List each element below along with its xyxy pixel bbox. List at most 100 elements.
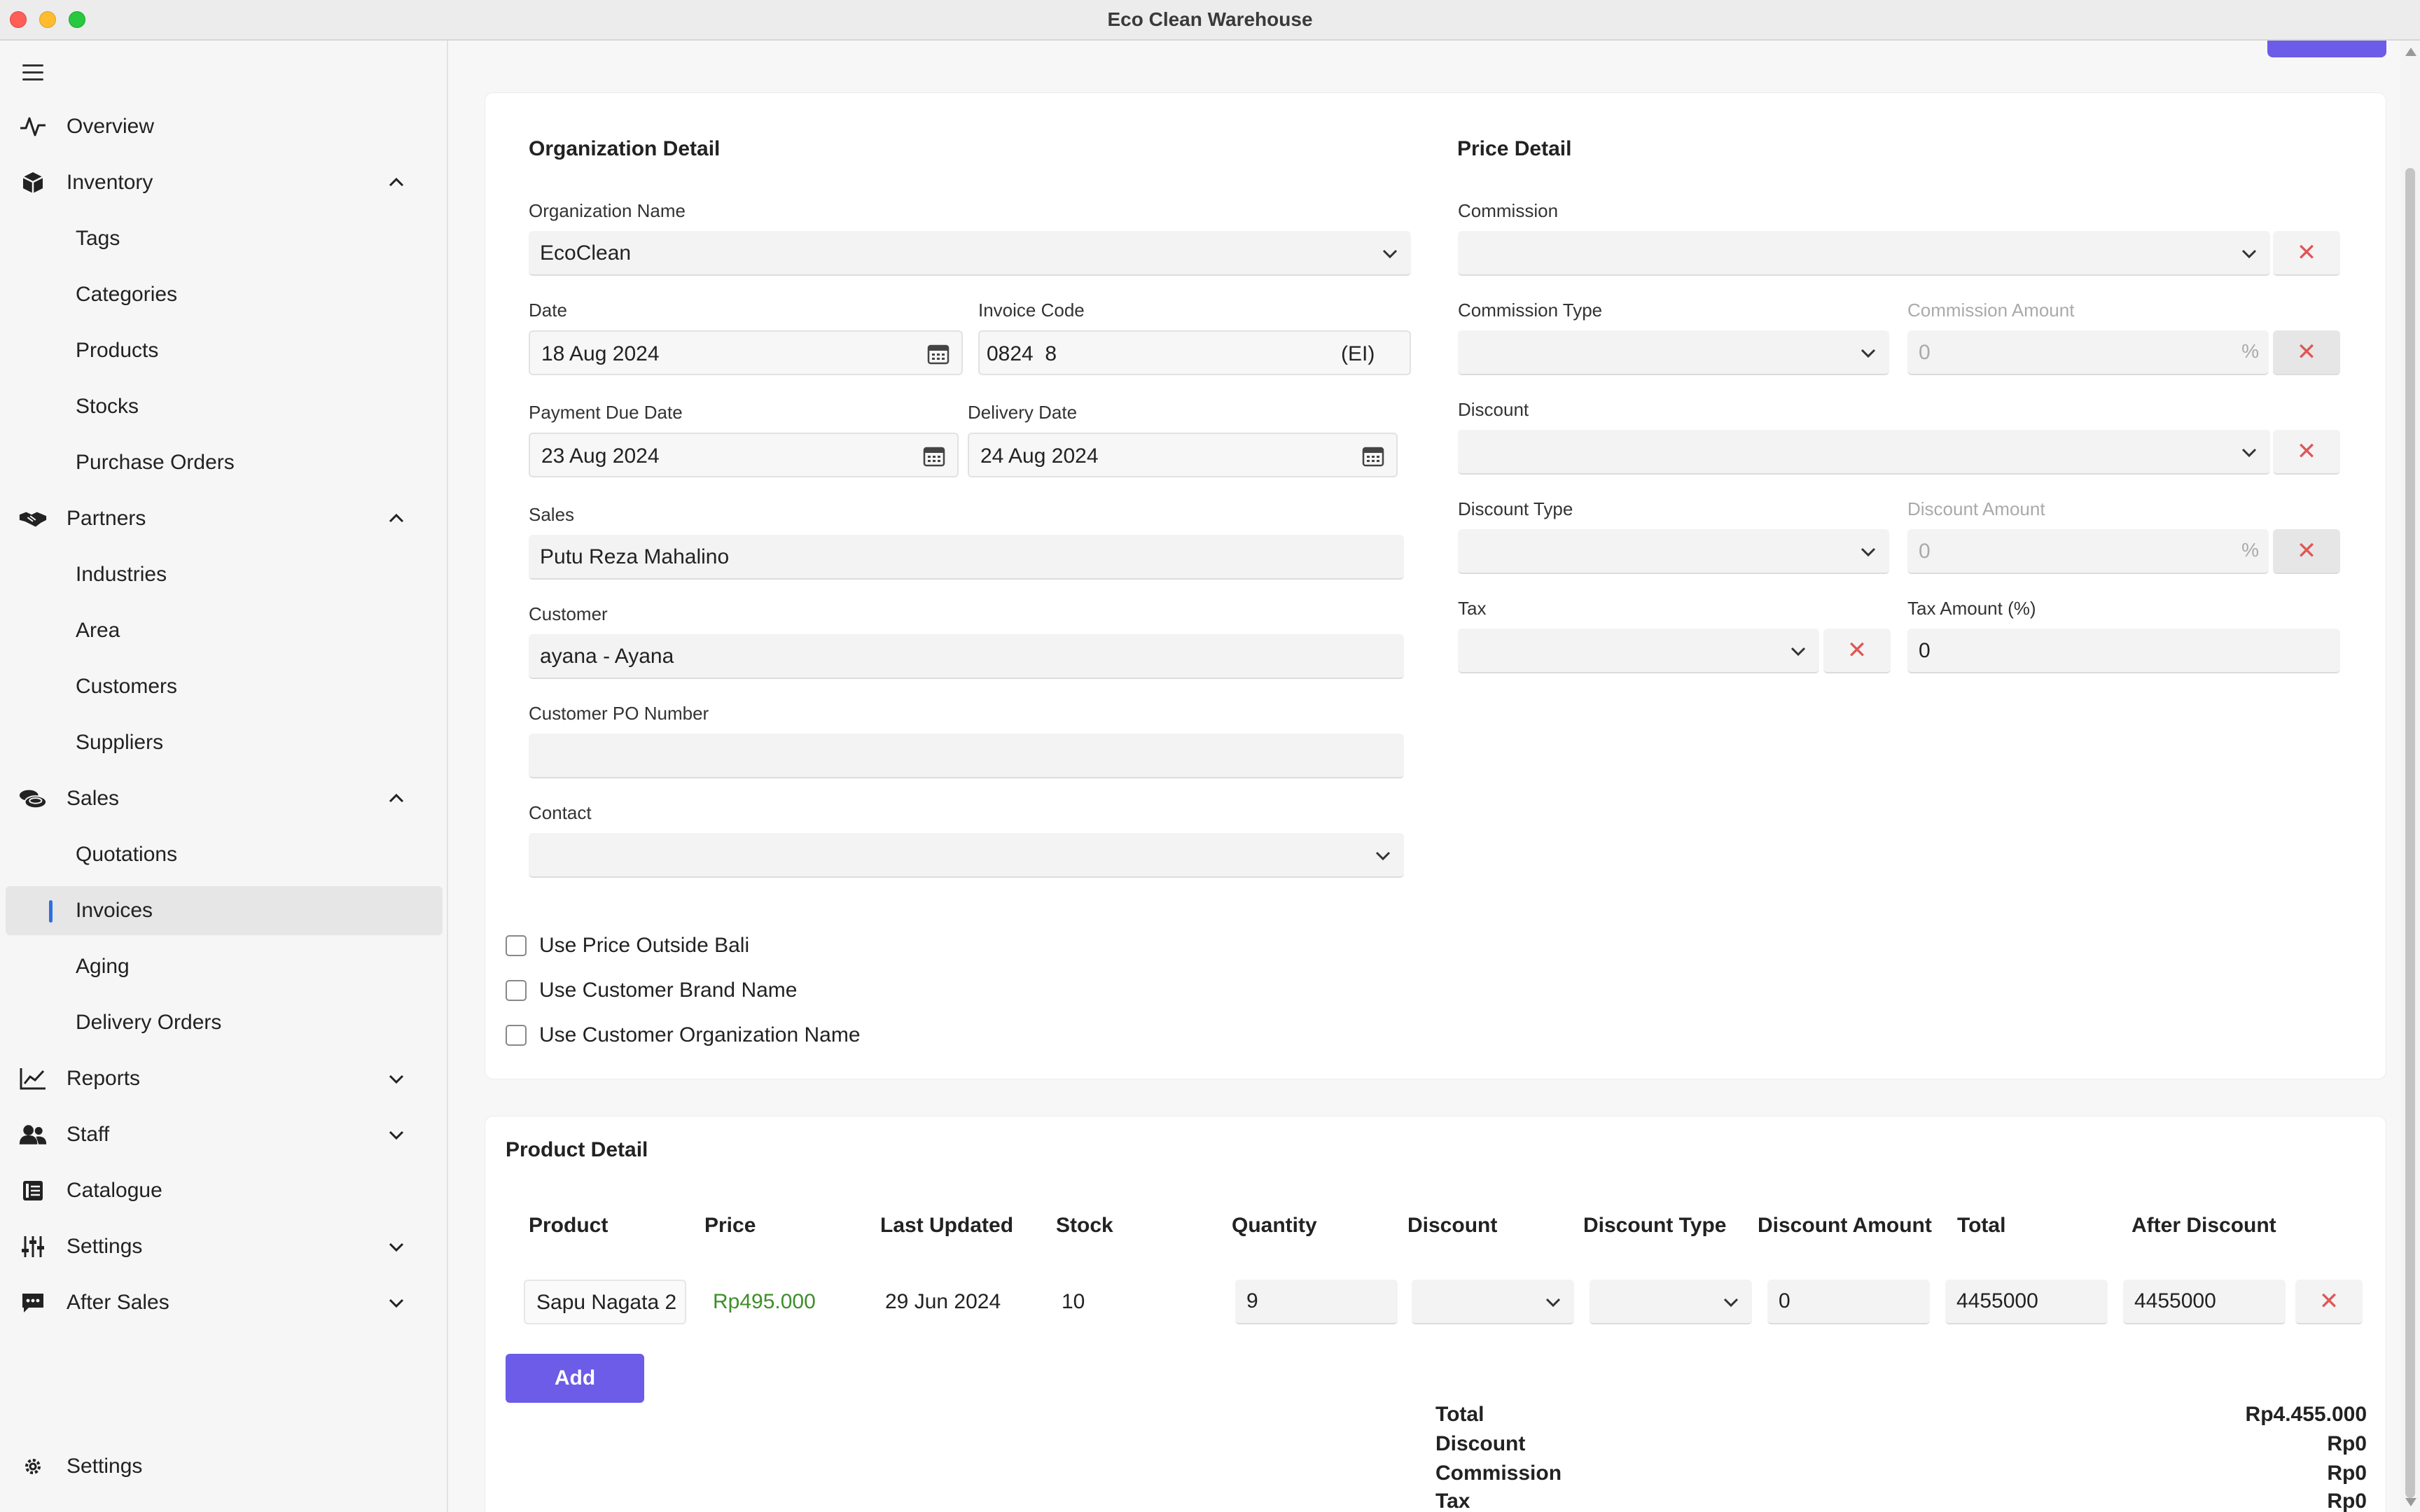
sidebar-item-staff[interactable]: Staff — [0, 1110, 448, 1159]
use-customer-organization-name-option[interactable]: Use Customer Organization Name — [506, 1023, 861, 1047]
users-icon — [18, 1120, 48, 1149]
clear-commission-amount-button[interactable]: ✕ — [2273, 330, 2340, 375]
invoice-code-field[interactable]: 0824 8 (EI) — [978, 330, 1411, 375]
tax-amount-input[interactable]: 0 — [1907, 629, 2340, 673]
calendar-icon[interactable] — [926, 343, 950, 365]
payment-due-field[interactable]: 23 Aug 2024 — [529, 433, 959, 477]
contact-select[interactable] — [529, 833, 1404, 878]
checkbox[interactable] — [506, 935, 527, 956]
discount-amount-value: 0 — [1919, 540, 1931, 563]
clear-discount-amount-button[interactable]: ✕ — [2273, 529, 2340, 574]
org-name-select[interactable]: EcoClean — [529, 231, 1411, 276]
product-detail-title: Product Detail — [506, 1138, 648, 1161]
chart-line-icon — [18, 1064, 48, 1093]
product-value: Sapu Nagata 2 — [536, 1291, 677, 1314]
checkbox[interactable] — [506, 1025, 527, 1046]
sidebar-item-aging[interactable]: Aging — [0, 942, 448, 991]
scroll-up-icon[interactable] — [2403, 45, 2419, 59]
summary-commission-value: Rp0 — [2327, 1462, 2367, 1485]
clear-discount-button[interactable]: ✕ — [2273, 430, 2340, 475]
discount-select[interactable] — [1458, 430, 2270, 475]
sidebar-item-invoices[interactable]: Invoices — [6, 886, 443, 935]
sidebar-item-partners[interactable]: Partners — [0, 494, 448, 543]
zoom-window-button[interactable] — [69, 11, 85, 28]
column-header-discount-type: Discount Type — [1583, 1214, 1727, 1237]
date-field[interactable]: 18 Aug 2024 — [529, 330, 963, 375]
chevron-up-icon — [389, 793, 404, 803]
calendar-icon[interactable] — [1361, 445, 1385, 468]
sidebar-item-label: Quotations — [76, 843, 178, 866]
add-product-button[interactable]: Add — [506, 1354, 644, 1403]
row-discount-select[interactable] — [1412, 1280, 1574, 1324]
sidebar-item-delivery-orders[interactable]: Delivery Orders — [0, 998, 448, 1047]
sidebar-item-after-sales[interactable]: After Sales — [0, 1278, 448, 1327]
title-bar: Eco Clean Warehouse — [0, 0, 2420, 41]
checkbox[interactable] — [506, 980, 527, 1001]
window-controls — [10, 11, 85, 28]
sidebar-item-inventory[interactable]: Inventory — [0, 158, 448, 207]
quantity-input[interactable]: 9 — [1235, 1280, 1398, 1324]
sidebar-item-stocks[interactable]: Stocks — [0, 382, 448, 431]
minimize-window-button[interactable] — [39, 11, 56, 28]
sidebar-item-label: Catalogue — [67, 1179, 162, 1202]
close-window-button[interactable] — [10, 11, 27, 28]
discount-type-select[interactable] — [1458, 529, 1889, 574]
menu-icon[interactable] — [22, 64, 43, 81]
date-value: 18 Aug 2024 — [541, 342, 660, 365]
sidebar-item-overview[interactable]: Overview — [0, 102, 448, 151]
sidebar-item-settings[interactable]: Settings — [0, 1222, 448, 1271]
sidebar-item-industries[interactable]: Industries — [0, 550, 448, 599]
commission-type-label: Commission Type — [1458, 300, 1603, 321]
commission-select[interactable] — [1458, 231, 2270, 276]
calendar-icon[interactable] — [922, 445, 946, 468]
sales-value: Putu Reza Mahalino — [540, 545, 730, 568]
po-label: Customer PO Number — [529, 703, 709, 724]
sidebar-item-sales[interactable]: Sales — [0, 774, 448, 823]
contact-label: Contact — [529, 802, 592, 823]
sidebar-item-customers[interactable]: Customers — [0, 662, 448, 711]
sidebar-item-reports[interactable]: Reports — [0, 1054, 448, 1103]
sales-field[interactable]: Putu Reza Mahalino — [529, 535, 1404, 580]
sidebar-item-tags[interactable]: Tags — [0, 214, 448, 263]
use-customer-brand-name-option[interactable]: Use Customer Brand Name — [506, 979, 797, 1002]
sidebar-item-categories[interactable]: Categories — [0, 270, 448, 319]
sidebar-item-suppliers[interactable]: Suppliers — [0, 718, 448, 767]
chevron-down-icon — [389, 1130, 404, 1140]
sidebar-item-quotations[interactable]: Quotations — [0, 830, 448, 879]
row-total-value: 4455000 — [1956, 1289, 2038, 1312]
summary-total-label: Total — [1435, 1403, 1484, 1426]
row-after-discount-value: 4455000 — [2134, 1289, 2216, 1312]
close-icon: ✕ — [2296, 438, 2317, 465]
price-detail-title: Price Detail — [1457, 137, 1572, 160]
sidebar-item-purchase-orders[interactable]: Purchase Orders — [0, 438, 448, 487]
sidebar-item-products[interactable]: Products — [0, 326, 448, 375]
row-discount-amount-value: 0 — [1779, 1289, 1790, 1312]
scroll-down-icon[interactable] — [2403, 1495, 2419, 1509]
sidebar-item-label: Area — [76, 619, 120, 642]
clear-tax-button[interactable]: ✕ — [1823, 629, 1891, 673]
clear-commission-button[interactable]: ✕ — [2273, 231, 2340, 276]
chevron-down-icon — [1375, 851, 1391, 861]
scrollbar-thumb[interactable] — [2405, 168, 2415, 1498]
commission-amount-input[interactable]: 0 % — [1907, 330, 2269, 375]
use-price-outside-bali-option[interactable]: Use Price Outside Bali — [506, 934, 749, 958]
row-after-discount-field: 4455000 — [2123, 1280, 2286, 1324]
activity-icon — [18, 112, 48, 141]
product-select[interactable]: Sapu Nagata 2 — [524, 1280, 686, 1324]
tax-select[interactable] — [1458, 629, 1819, 673]
sidebar-item-label: Staff — [67, 1123, 110, 1146]
delivery-date-field[interactable]: 24 Aug 2024 — [968, 433, 1398, 477]
discount-amount-input[interactable]: 0 % — [1907, 529, 2269, 574]
sidebar-item-catalogue[interactable]: Catalogue — [0, 1166, 448, 1215]
discount-label: Discount — [1458, 399, 1529, 420]
sidebar-item-area[interactable]: Area — [0, 606, 448, 655]
remove-row-button[interactable]: ✕ — [2295, 1280, 2363, 1324]
sliders-icon — [18, 1232, 48, 1261]
commission-type-select[interactable] — [1458, 330, 1889, 375]
row-discount-amount-input[interactable]: 0 — [1767, 1280, 1930, 1324]
customer-field[interactable]: ayana - Ayana — [529, 634, 1404, 679]
sidebar-footer-settings[interactable]: Settings — [0, 1442, 448, 1491]
row-discount-type-select[interactable] — [1590, 1280, 1752, 1324]
top-action-button[interactable] — [2267, 41, 2386, 57]
po-number-input[interactable] — [529, 734, 1404, 778]
